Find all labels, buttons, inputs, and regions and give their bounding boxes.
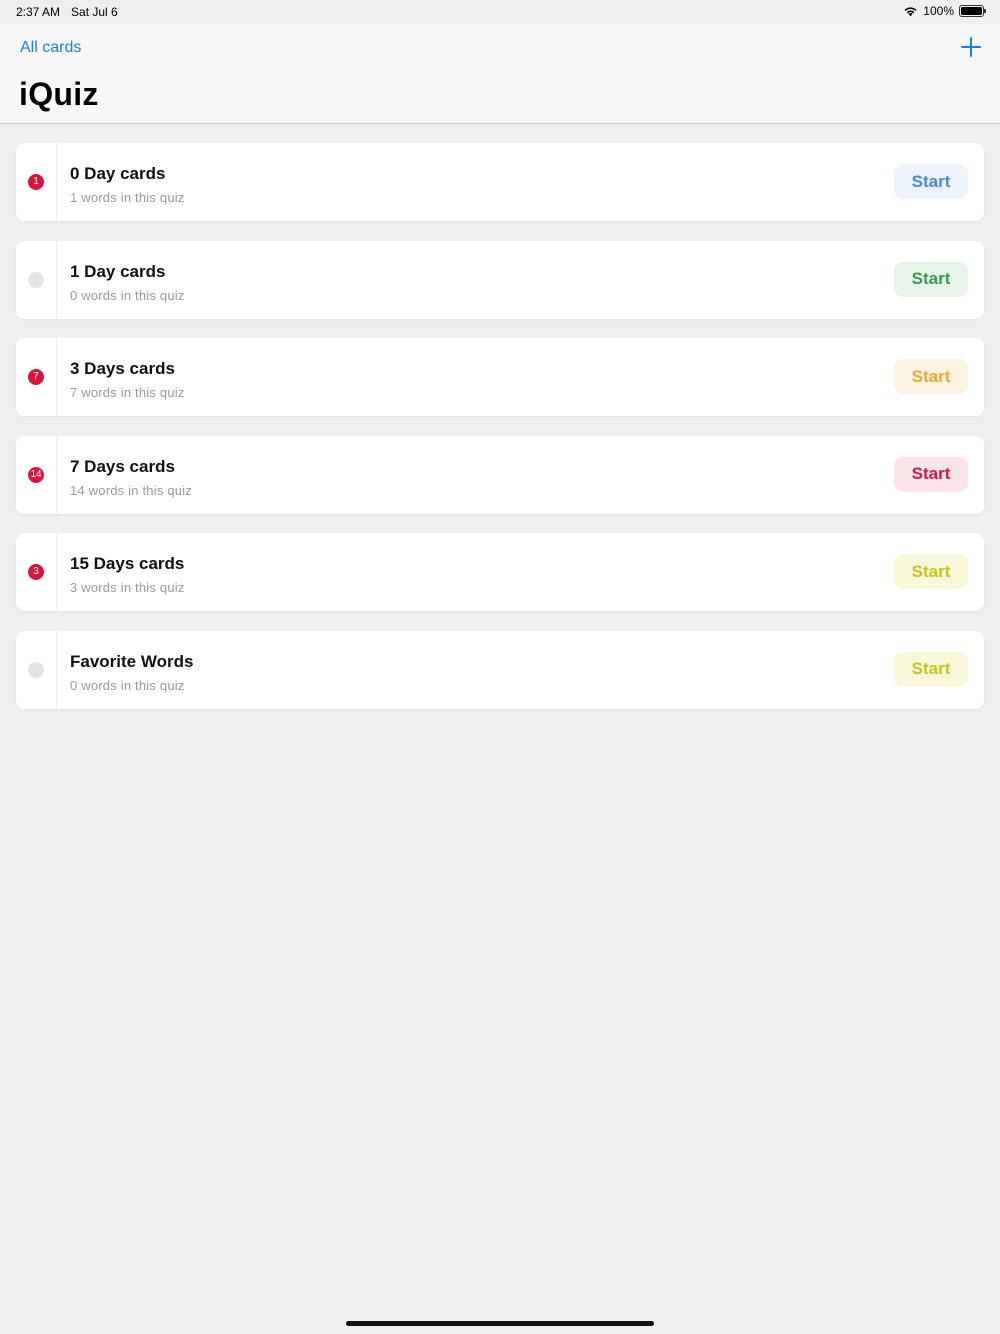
quiz-subtitle: 1 words in this quiz (70, 190, 185, 205)
quiz-subtitle: 0 words in this quiz (70, 677, 185, 693)
quiz-subtitle: 3 words in this quiz (70, 580, 185, 596)
quiz-card[interactable]: 1 Day cards 0 words in this quiz Start (16, 240, 984, 319)
quiz-subtitle: 0 words in this quiz (70, 287, 185, 303)
badge-column (16, 240, 57, 319)
screen: 2:37 AM Sat Jul 6 100% All cards iQuiz 1… (0, 0, 1000, 1334)
quiz-card[interactable]: Favorite Words 0 words in this quiz Star… (16, 630, 984, 709)
status-left: 2:37 AM Sat Jul 6 (16, 5, 118, 19)
quiz-title: 15 Days cards (70, 554, 185, 574)
battery-tip (984, 9, 986, 13)
count-badge: 7 (28, 369, 44, 386)
badge-column: 3 (16, 533, 57, 612)
status-date: Sat Jul 6 (71, 5, 118, 19)
start-button[interactable]: Start (894, 261, 968, 297)
quiz-card[interactable]: 3 15 Days cards 3 words in this quiz Sta… (16, 533, 984, 612)
quiz-title: Favorite Words (70, 651, 194, 671)
start-button[interactable]: Start (894, 651, 968, 687)
battery-percent: 100% (923, 4, 954, 18)
wifi-icon (904, 7, 917, 17)
badge-column: 1 (16, 143, 57, 221)
quiz-title: 3 Days cards (70, 359, 175, 379)
quiz-title: 1 Day cards (70, 261, 166, 281)
navigation-header: All cards iQuiz (0, 24, 1000, 124)
quiz-title: 7 Days cards (70, 456, 175, 476)
all-cards-link[interactable]: All cards (20, 39, 81, 57)
count-badge (28, 271, 44, 288)
quiz-subtitle: 14 words in this quiz (70, 482, 192, 498)
count-badge (28, 661, 44, 678)
status-bar: 2:37 AM Sat Jul 6 100% (0, 0, 1000, 24)
start-button[interactable]: Start (894, 554, 968, 590)
home-indicator[interactable] (346, 1321, 654, 1326)
badge-column: 14 (16, 435, 57, 514)
start-button[interactable]: Start (894, 164, 968, 199)
count-badge: 1 (28, 174, 44, 190)
badge-column (16, 630, 57, 709)
quiz-card[interactable]: 7 3 Days cards 7 words in this quiz Star… (16, 338, 984, 417)
quiz-title: 0 Day cards (70, 164, 166, 183)
battery-fill (961, 7, 982, 15)
quiz-card[interactable]: 1 0 Day cards 1 words in this quiz Start (16, 143, 984, 221)
quiz-card[interactable]: 14 7 Days cards 14 words in this quiz St… (16, 435, 984, 514)
battery-icon (959, 5, 986, 17)
start-button[interactable]: Start (894, 359, 968, 395)
status-right: 100% (903, 4, 986, 18)
start-button[interactable]: Start (894, 456, 968, 492)
page-title: iQuiz (19, 76, 99, 112)
plus-icon[interactable] (960, 36, 982, 58)
quiz-subtitle: 7 words in this quiz (70, 385, 185, 401)
status-time: 2:37 AM (16, 5, 61, 19)
quiz-list: 1 0 Day cards 1 words in this quiz Start… (16, 143, 984, 729)
count-badge: 14 (28, 466, 44, 483)
badge-column: 7 (16, 338, 57, 417)
count-badge: 3 (28, 564, 44, 581)
